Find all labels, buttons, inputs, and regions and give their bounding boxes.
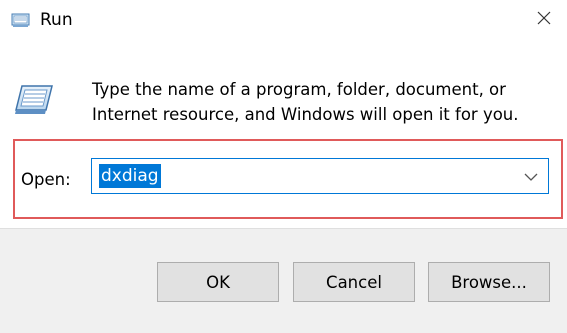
open-label: Open: — [21, 170, 71, 189]
cancel-button[interactable]: Cancel — [293, 262, 415, 302]
run-icon — [11, 10, 31, 30]
open-combobox[interactable]: dxdiag — [91, 158, 549, 194]
title-bar: Run — [0, 0, 567, 40]
close-icon — [536, 10, 552, 30]
dropdown-button[interactable] — [518, 159, 544, 193]
window-title: Run — [40, 10, 73, 30]
dialog-description: Type the name of a program, folder, docu… — [92, 80, 519, 124]
browse-button[interactable]: Browse... — [428, 262, 550, 302]
run-dialog-icon — [14, 80, 54, 120]
footer-separator — [0, 228, 567, 229]
dialog-content: Type the name of a program, folder, docu… — [0, 40, 567, 228]
open-input-value[interactable]: dxdiag — [99, 164, 161, 188]
ok-button[interactable]: OK — [157, 262, 279, 302]
close-button[interactable] — [521, 0, 567, 40]
run-dialog: Run Type the name of a program, folder, … — [0, 0, 567, 333]
chevron-down-icon — [524, 167, 538, 186]
